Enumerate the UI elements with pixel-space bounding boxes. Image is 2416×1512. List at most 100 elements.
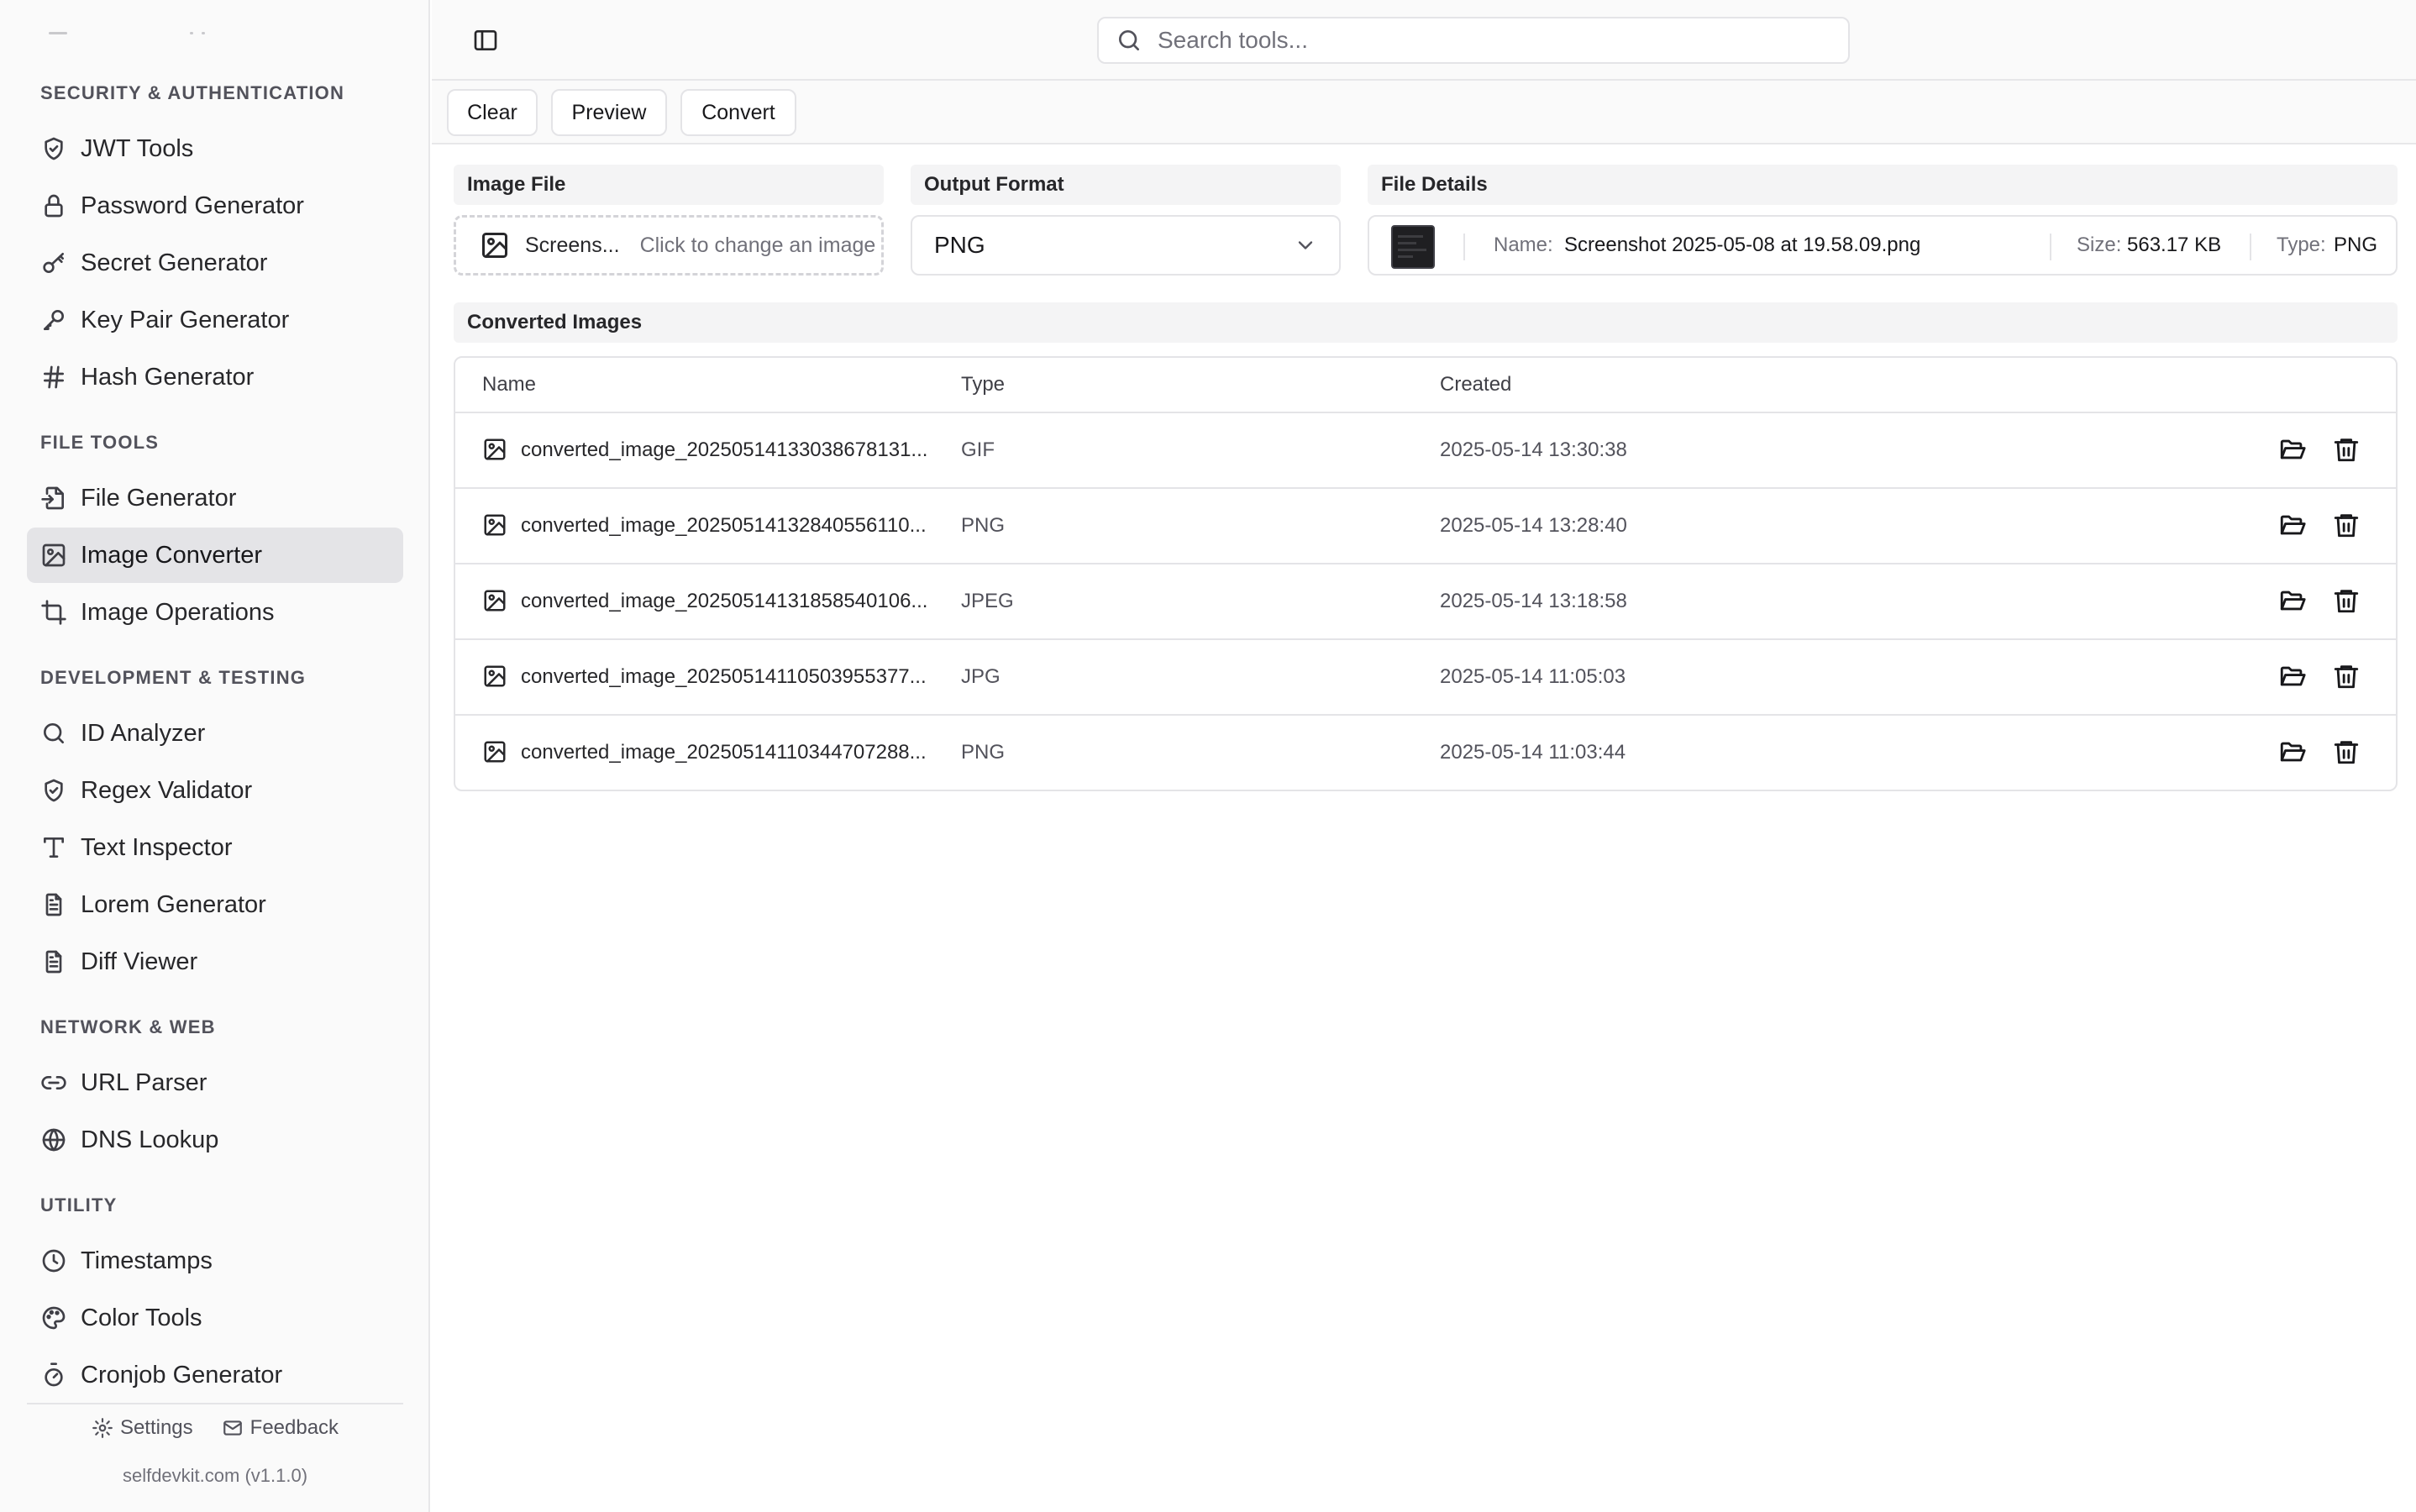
- delete-button[interactable]: [2332, 435, 2362, 465]
- sidebar-item-diff-viewer[interactable]: Diff Viewer: [27, 934, 403, 990]
- sidebar-item-label: Diff Viewer: [81, 948, 198, 975]
- file-size-value: 563.17 KB: [2127, 234, 2222, 256]
- delete-button[interactable]: [2332, 586, 2362, 617]
- column-header-created: Created: [1440, 373, 1512, 396]
- image-icon: [482, 437, 507, 462]
- file-name-key: Name:: [1494, 234, 1553, 256]
- open-folder-button[interactable]: [2278, 511, 2308, 541]
- crop-icon: [40, 599, 67, 626]
- sidebar-item-label: Password Generator: [81, 192, 304, 219]
- sidebar-item-password-generator[interactable]: Password Generator: [27, 178, 403, 234]
- section-heading: SECURITY & AUTHENTICATION: [40, 82, 345, 103]
- type-icon: [40, 834, 67, 861]
- table-row: converted_image_20250514133038678131... …: [455, 413, 2396, 489]
- image-icon: [482, 588, 507, 613]
- sidebar-item-label: Timestamps: [81, 1247, 213, 1274]
- convert-button[interactable]: Convert: [680, 89, 796, 136]
- column-header-name: Name: [482, 373, 537, 396]
- folder-open-icon: [2280, 515, 2306, 535]
- file-details-label: File Details: [1368, 165, 2398, 205]
- sidebar-item-label: Lorem Generator: [81, 890, 266, 918]
- file-name: converted_image_20250514110503955377...: [521, 665, 927, 688]
- key-round-icon: [40, 249, 67, 276]
- file-text-icon: [40, 948, 67, 975]
- sidebar-item-lorem-generator[interactable]: Lorem Generator: [27, 877, 403, 932]
- sidebar-item-text-inspector[interactable]: Text Inspector: [27, 820, 403, 875]
- sidebar-item-secret-generator[interactable]: Secret Generator: [27, 235, 403, 291]
- folder-open-icon: [2280, 591, 2306, 611]
- file-created: 2025-05-14 11:05:03: [1440, 665, 1626, 688]
- sidebar-item-hash-generator[interactable]: Hash Generator: [27, 349, 403, 405]
- sidebar-divider: [27, 1403, 403, 1404]
- sidebar-item-label: DNS Lookup: [81, 1126, 219, 1153]
- sidebar-item-regex-validator[interactable]: Regex Validator: [27, 763, 403, 818]
- settings-label: Settings: [119, 1416, 193, 1439]
- open-folder-button[interactable]: [2278, 738, 2308, 768]
- image-file-dropzone[interactable]: Screens... Click to change an image: [454, 215, 884, 276]
- file-type: JPEG: [961, 590, 1014, 612]
- sidebar-item-image-operations[interactable]: Image Operations: [27, 585, 403, 640]
- clear-button[interactable]: Clear: [447, 89, 538, 136]
- search-icon: [1119, 30, 1139, 50]
- sidebar-footer: Settings Feedback: [0, 1416, 430, 1440]
- divider: [2250, 234, 2251, 260]
- sidebar-item-id-analyzer[interactable]: ID Analyzer: [27, 706, 403, 761]
- open-folder-button[interactable]: [2278, 586, 2308, 617]
- link-icon: [40, 1069, 67, 1096]
- file-type: PNG: [961, 514, 1006, 537]
- file-type: JPG: [961, 665, 1001, 688]
- file-name: converted_image_20250514131858540106...: [521, 590, 928, 612]
- feedback-link[interactable]: Feedback: [222, 1416, 339, 1440]
- file-text-icon: [40, 891, 67, 918]
- table-row: converted_image_20250514110503955377... …: [455, 640, 2396, 716]
- sidebar-item-color-tools[interactable]: Color Tools: [27, 1290, 403, 1346]
- selected-file-name: Screens...: [525, 233, 620, 257]
- preview-button[interactable]: Preview: [551, 89, 667, 136]
- palette-icon: [40, 1305, 67, 1331]
- sidebar-item-cronjob-generator[interactable]: Cronjob Generator: [27, 1347, 403, 1403]
- panel-left-icon: [474, 30, 497, 50]
- sidebar-toggle-button[interactable]: [455, 24, 516, 57]
- top-bar: [432, 0, 2416, 81]
- section-heading: NETWORK & WEB: [40, 1016, 216, 1037]
- sidebar-item-label: Color Tools: [81, 1304, 202, 1331]
- image-icon: [482, 739, 507, 764]
- search-input[interactable]: [1156, 26, 1815, 55]
- sidebar-item-jwt-tools[interactable]: JWT Tools: [27, 121, 403, 176]
- delete-button[interactable]: [2332, 662, 2362, 692]
- open-folder-button[interactable]: [2278, 662, 2308, 692]
- image-icon: [482, 512, 507, 538]
- sidebar-item-label: JWT Tools: [81, 134, 194, 162]
- delete-button[interactable]: [2332, 511, 2362, 541]
- section-heading: FILE TOOLS: [40, 432, 160, 453]
- divider: [2050, 234, 2051, 260]
- sidebar-item-label: Regex Validator: [81, 776, 253, 804]
- file-name: converted_image_20250514133038678131...: [521, 438, 928, 461]
- sidebar-item-label: Image Operations: [81, 598, 275, 626]
- sidebar-item-key-pair-generator[interactable]: Key Pair Generator: [27, 292, 403, 348]
- sidebar-item-url-parser[interactable]: URL Parser: [27, 1055, 403, 1110]
- settings-link[interactable]: Settings: [92, 1416, 193, 1440]
- file-thumbnail: [1391, 225, 1435, 269]
- key-icon: [40, 307, 67, 333]
- hash-icon: [40, 364, 67, 391]
- globe-icon: [40, 1126, 67, 1153]
- sidebar-item-dns-lookup[interactable]: DNS Lookup: [27, 1112, 403, 1168]
- sidebar-item-label: Image Converter: [81, 541, 262, 569]
- sidebar-item-label: Hash Generator: [81, 363, 255, 391]
- delete-button[interactable]: [2332, 738, 2362, 768]
- sidebar-item-label: ID Analyzer: [81, 719, 206, 747]
- sidebar: SECURITY & AUTHENTICATION JWT Tools Pass…: [0, 0, 430, 1512]
- image-icon: [482, 664, 507, 689]
- sidebar-item-image-converter[interactable]: Image Converter: [27, 528, 403, 583]
- file-created: 2025-05-14 13:18:58: [1440, 590, 1627, 612]
- sidebar-item-label: Text Inspector: [81, 833, 233, 861]
- table-row: converted_image_20250514131858540106... …: [455, 564, 2396, 640]
- sidebar-item-file-generator[interactable]: File Generator: [27, 470, 403, 526]
- open-folder-button[interactable]: [2278, 435, 2308, 465]
- sidebar-item-timestamps[interactable]: Timestamps: [27, 1233, 403, 1289]
- file-input-icon: [40, 485, 67, 512]
- output-format-select[interactable]: PNG: [911, 215, 1341, 276]
- search-box[interactable]: [1097, 17, 1850, 64]
- timer-icon: [40, 1362, 67, 1389]
